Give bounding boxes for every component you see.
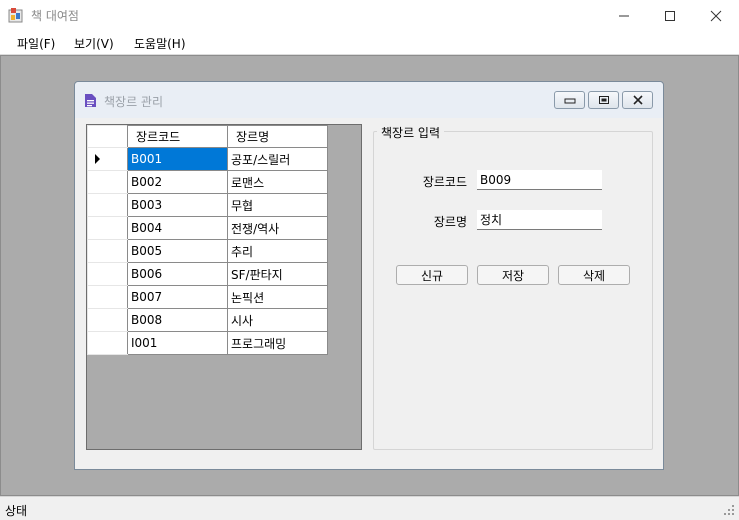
cell-name[interactable]: 공포/스릴러 [227,147,328,171]
group-title: 책장르 입력 [377,124,445,141]
cell-name[interactable]: 로맨스 [227,170,328,194]
table-row[interactable]: B002 로맨스 [87,170,328,194]
restore-icon [598,96,609,104]
cell-code[interactable]: B003 [127,193,228,217]
menu-view[interactable]: 보기(V) [74,35,114,52]
delete-button[interactable]: 삭제 [558,265,630,285]
genre-table: 장르코드 장르명 B001 공포/스릴러 B002 로맨스 B003 무협 B0… [87,125,328,355]
cell-code[interactable]: B002 [127,170,228,194]
child-window-title: 책장르 관리 [104,95,164,109]
genre-name-input[interactable] [477,210,602,230]
cell-code[interactable]: I001 [127,331,228,355]
form-icon [85,94,96,107]
cell-code[interactable]: B005 [127,239,228,263]
maximize-icon [665,10,675,21]
table-row[interactable]: B001 공포/스릴러 [87,147,328,171]
minimize-button[interactable] [601,0,647,31]
current-row-icon [95,154,100,164]
column-header-code[interactable]: 장르코드 [127,125,228,148]
child-title-bar: 책장르 관리 [75,82,663,118]
genre-code-label: 장르코드 [422,175,467,189]
row-header[interactable] [87,308,128,332]
corner-header[interactable] [87,125,128,148]
table-row[interactable]: B007 논픽션 [87,285,328,309]
close-icon [710,10,722,21]
row-header[interactable] [87,193,128,217]
title-bar: 책 대여점 [0,0,739,31]
window-title: 책 대여점 [31,9,79,23]
genre-name-label: 장르명 [433,215,467,229]
menu-bar: 파일(F) 보기(V) 도움말(H) [0,31,739,55]
genre-grid[interactable]: 장르코드 장르명 B001 공포/스릴러 B002 로맨스 B003 무협 B0… [86,124,362,450]
table-row[interactable]: B004 전쟁/역사 [87,216,328,240]
table-row[interactable]: B006 SF/판타지 [87,262,328,286]
genre-code-input[interactable] [477,170,602,190]
table-row[interactable]: I001 프로그래밍 [87,331,328,355]
cell-code[interactable]: B001 [127,147,228,171]
row-header[interactable] [87,262,128,286]
table-row[interactable]: B003 무협 [87,193,328,217]
child-restore-button[interactable] [588,91,619,109]
resize-grip-icon[interactable] [723,504,735,516]
minimize-icon [619,15,629,16]
row-header[interactable] [87,147,128,171]
table-row[interactable]: B008 시사 [87,308,328,332]
menu-help[interactable]: 도움말(H) [134,35,186,52]
cell-name[interactable]: 시사 [227,308,328,332]
cell-name[interactable]: 전쟁/역사 [227,216,328,240]
save-button[interactable]: 저장 [477,265,549,285]
row-header[interactable] [87,170,128,194]
row-header[interactable] [87,216,128,240]
column-header-name[interactable]: 장르명 [227,125,328,148]
new-button[interactable]: 신규 [396,265,468,285]
app-icon [8,8,23,23]
status-bar: 상태 [0,496,739,520]
table-row[interactable]: B005 추리 [87,239,328,263]
close-icon [632,95,643,105]
cell-name[interactable]: 추리 [227,239,328,263]
cell-name[interactable]: 프로그래밍 [227,331,328,355]
cell-code[interactable]: B006 [127,262,228,286]
cell-code[interactable]: B008 [127,308,228,332]
cell-name[interactable]: 논픽션 [227,285,328,309]
maximize-button[interactable] [647,0,693,31]
cell-name[interactable]: SF/판타지 [227,262,328,286]
cell-code[interactable]: B007 [127,285,228,309]
child-minimize-button[interactable] [554,91,585,109]
cell-name[interactable]: 무협 [227,193,328,217]
minimize-icon [564,98,575,104]
row-header[interactable] [87,331,128,355]
cell-code[interactable]: B004 [127,216,228,240]
child-close-button[interactable] [622,91,653,109]
row-header[interactable] [87,285,128,309]
status-label: 상태 [5,504,28,518]
close-button[interactable] [693,0,739,31]
row-header[interactable] [87,239,128,263]
menu-file[interactable]: 파일(F) [17,35,55,52]
